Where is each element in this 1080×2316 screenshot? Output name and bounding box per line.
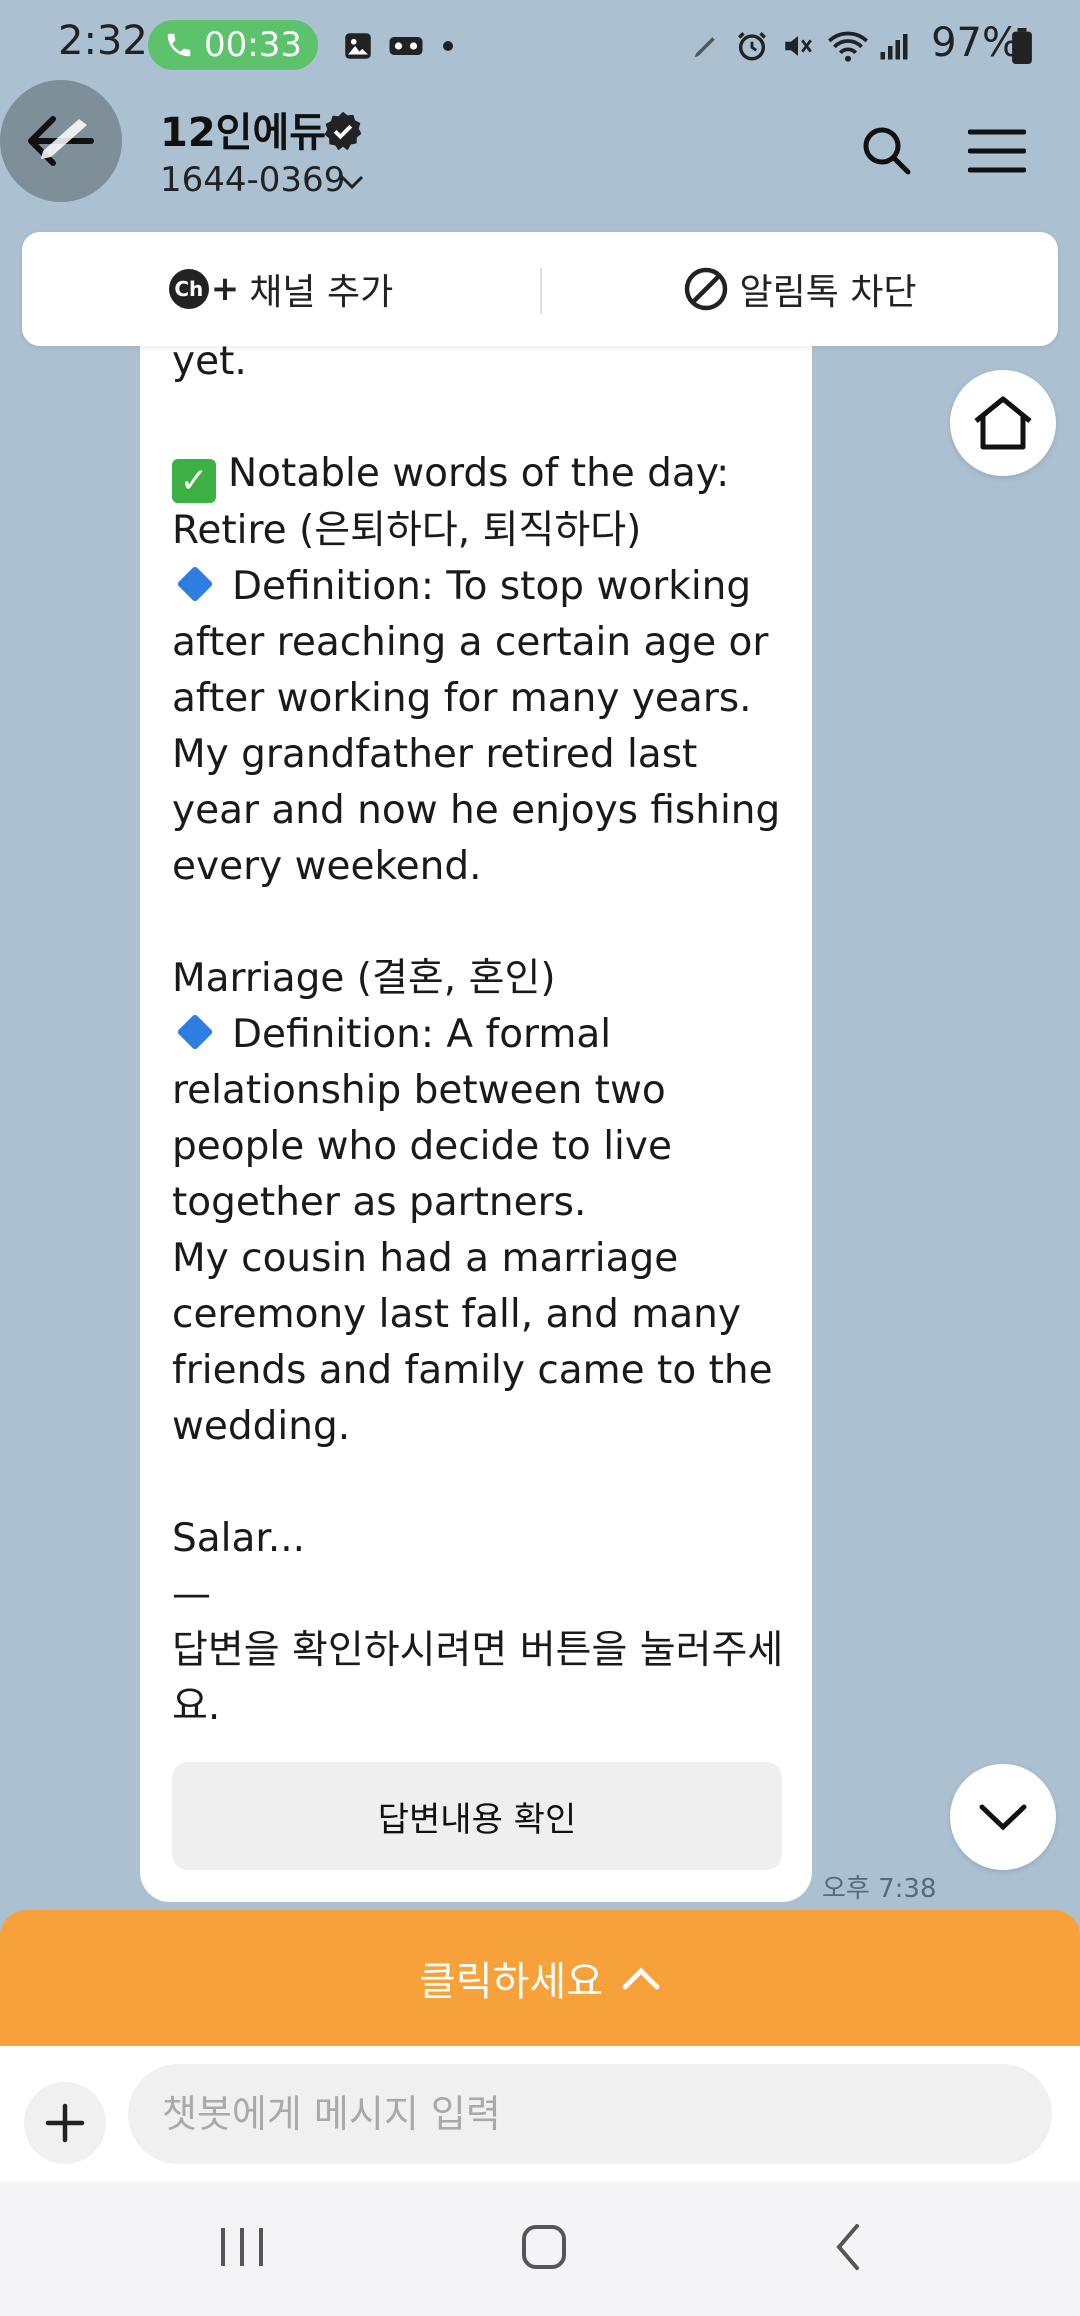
diamond-icon: [176, 565, 214, 603]
home-button[interactable]: [950, 370, 1056, 476]
recents-button[interactable]: [202, 2212, 282, 2282]
channel-add-icon: Ch +: [168, 269, 239, 309]
message-input[interactable]: [128, 2064, 1052, 2164]
add-channel-label: 채널 추가: [249, 272, 394, 313]
message-input-area: [0, 2046, 1080, 2182]
message-separator: —: [172, 1572, 211, 1617]
call-timer: 00:33: [204, 25, 302, 65]
block-alerts-button[interactable]: 알림톡 차단: [542, 232, 1058, 346]
back-button[interactable]: [0, 80, 122, 202]
home-nav-button[interactable]: [504, 2212, 584, 2282]
phone-icon: [167, 33, 191, 57]
chevron-down-icon: [979, 1804, 1027, 1831]
channel-action-bar: Ch + 채널 추가 알림톡 차단: [22, 232, 1058, 346]
message-time: 오후 7:38: [822, 1874, 937, 1904]
status-bar: 2:32 00:33 97%: [0, 0, 1080, 92]
alarm-icon: [730, 26, 774, 66]
back-nav-button[interactable]: [808, 2212, 888, 2282]
battery-icon: [1008, 26, 1036, 66]
menu-icon[interactable]: [968, 128, 1026, 174]
message-line: Salar...: [172, 1516, 306, 1561]
message-line: 답변을 확인하시려면 버튼을 눌러주세요.: [172, 1628, 784, 1729]
channel-title: 12인에듀: [160, 110, 327, 156]
chevron-down-icon[interactable]: [338, 172, 366, 192]
signal-icon: [874, 26, 914, 66]
banner-label: 클릭하세요: [419, 1959, 603, 2005]
battery-level: 97%: [931, 20, 1020, 66]
search-icon[interactable]: [858, 122, 914, 178]
mute-icon: [776, 26, 820, 66]
home-icon: [974, 396, 1032, 450]
block-icon: [685, 267, 728, 311]
click-banner[interactable]: 클릭하세요: [0, 1910, 1080, 2046]
message-line: Definition: To stop working after reachi…: [172, 564, 769, 721]
chevron-up-icon: [622, 1967, 660, 1990]
system-nav-bar: [0, 2182, 1080, 2316]
ongoing-call-pill[interactable]: 00:33: [148, 20, 318, 70]
recents-icon: [221, 2228, 263, 2266]
back-nav-icon: [836, 2224, 859, 2270]
back-arrow-icon: [28, 116, 94, 166]
message-line: ✓ Notable words of the day:: [172, 446, 792, 503]
diamond-icon: [176, 1013, 214, 1051]
check-answer-button[interactable]: 답변내용 확인: [172, 1762, 782, 1870]
message-bubble: yet. ✓ Notable words of the day: Retire (…: [140, 339, 812, 1902]
check-icon: ✓: [172, 459, 216, 503]
notification-dot-icon: [436, 26, 460, 66]
wifi-icon: [824, 26, 872, 66]
ch-badge: Ch: [168, 269, 209, 309]
message-line: Marriage (결혼, 혼인): [172, 956, 556, 1001]
verified-icon: [324, 111, 362, 151]
gallery-icon: [338, 26, 378, 66]
message-line: Definition: A formal relationship betwee…: [172, 1012, 672, 1225]
block-alerts-label: 알림톡 차단: [739, 272, 917, 313]
voicemail-icon: [384, 26, 428, 66]
message-body: yet. ✓ Notable words of the day: Retire (…: [172, 334, 792, 1735]
add-channel-button[interactable]: Ch + 채널 추가: [22, 232, 540, 346]
message-line: Retire (은퇴하다, 퇴직하다): [172, 508, 642, 553]
channel-phone[interactable]: 1644-0369: [160, 160, 345, 200]
message-line: My cousin had a marriage ceremony last f…: [172, 1236, 773, 1449]
message-line: My grandfather retired last year and now…: [172, 732, 781, 889]
pen-icon: [686, 26, 726, 66]
home-nav-icon: [522, 2225, 566, 2269]
attach-button[interactable]: [24, 2082, 106, 2164]
plus-icon: [45, 2103, 85, 2143]
scroll-down-button[interactable]: [950, 1764, 1056, 1870]
status-time: 2:32: [58, 18, 148, 64]
